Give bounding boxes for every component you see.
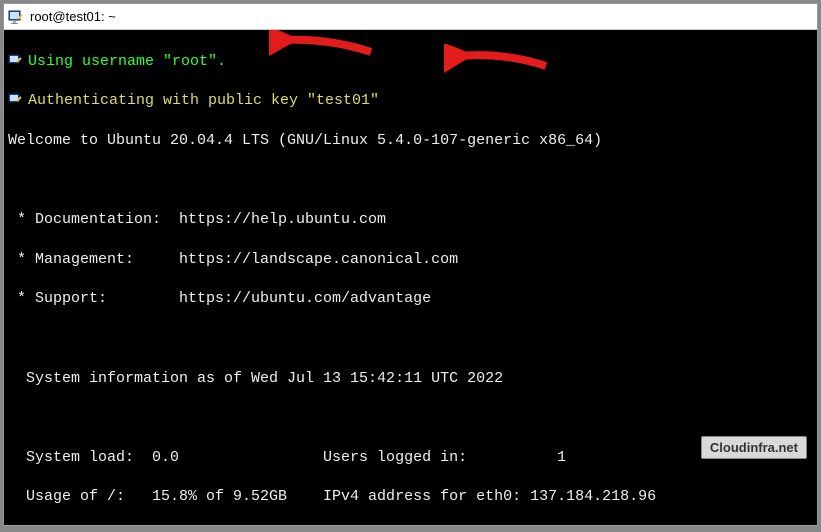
window-titlebar[interactable]: root@test01: ~: [4, 4, 817, 30]
window-title: root@test01: ~: [30, 9, 116, 24]
login-auth-line: Authenticating with public key "test01": [28, 92, 379, 109]
login-username-line: Using username "root".: [28, 53, 226, 70]
putty-icon: [8, 9, 24, 25]
welcome-line: Welcome to Ubuntu 20.04.4 LTS (GNU/Linux…: [8, 131, 813, 151]
mgmt-link-line: * Management: https://landscape.canonica…: [8, 250, 813, 270]
stats-line: System load: 0.0 Users logged in: 1: [8, 448, 813, 468]
sysinfo-header: System information as of Wed Jul 13 15:4…: [8, 369, 813, 389]
support-link-line: * Support: https://ubuntu.com/advantage: [8, 289, 813, 309]
putty-icon: [8, 93, 24, 107]
putty-icon: [8, 54, 24, 68]
watermark-badge: Cloudinfra.net: [701, 436, 807, 459]
doc-link-line: * Documentation: https://help.ubuntu.com: [8, 210, 813, 230]
terminal-body[interactable]: Using username "root". Authenticating wi…: [4, 30, 817, 525]
stats-line: Usage of /: 15.8% of 9.52GB IPv4 address…: [8, 487, 813, 507]
terminal-window: root@test01: ~ Using username "root". Au…: [3, 3, 818, 526]
